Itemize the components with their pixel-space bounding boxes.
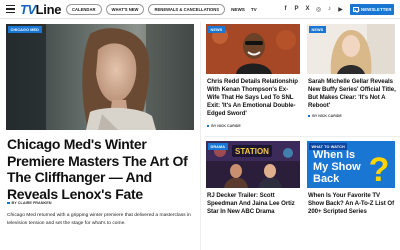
column-divider: [200, 22, 201, 250]
card-headline[interactable]: RJ Decker Trailer: Scott Speedman And Ja…: [207, 192, 299, 216]
hero-byline-text[interactable]: BY CLAIRE FRANKEN: [12, 201, 52, 205]
hero-image[interactable]: CHICAGO MED: [6, 24, 194, 130]
card-category-badge[interactable]: DRAMA: [208, 143, 228, 150]
card-image[interactable]: NEWS: [206, 24, 300, 74]
card-headline[interactable]: When Is Your Favorite TV Show Back? An A…: [308, 192, 396, 216]
nav-calendar[interactable]: CALENDAR: [66, 4, 102, 15]
card-image[interactable]: NEWS: [307, 24, 395, 74]
newsletter-button[interactable]: NEWSLETTER: [350, 4, 394, 15]
youtube-icon[interactable]: ▶: [337, 5, 344, 13]
card-headline[interactable]: Sarah Michelle Gellar Reveals New Buffy …: [308, 78, 396, 110]
nav-whats-new[interactable]: WHAT'S NEW: [105, 4, 145, 15]
question-mark-icon: ?: [369, 151, 390, 188]
card-byline-text[interactable]: BY NICK CARIDE: [211, 124, 241, 128]
hero-excerpt: Chicago Med returned with a gripping win…: [7, 213, 191, 226]
pinterest-icon[interactable]: P: [293, 5, 300, 13]
x-icon[interactable]: X: [304, 5, 311, 13]
instagram-icon[interactable]: ◎: [315, 5, 322, 13]
main-nav: CALENDAR WHAT'S NEW RENEWALS & CANCELLAT…: [66, 4, 257, 15]
facebook-icon[interactable]: f: [282, 5, 289, 13]
site-header: TV Line CALENDAR WHAT'S NEW RENEWALS & CA…: [0, 0, 400, 19]
hamburger-menu-icon[interactable]: [6, 5, 15, 13]
svg-text:STATION: STATION: [235, 147, 269, 156]
graphic-line-1: When Is: [313, 149, 355, 161]
row-divider: [205, 136, 400, 137]
tiktok-icon[interactable]: ♪: [326, 5, 333, 13]
card-image[interactable]: STATION DRAMA: [206, 141, 300, 188]
card-headline[interactable]: Chris Redd Details Relationship With Ken…: [207, 78, 299, 118]
card-byline: BY NICK CARIDE: [308, 114, 342, 118]
envelope-icon: [353, 7, 359, 12]
nav-news[interactable]: NEWS: [231, 7, 245, 12]
card-image[interactable]: When Is My Show Back ? WHAT TO WATCH: [307, 141, 395, 188]
logo-tv-text: TV: [20, 2, 36, 17]
newsletter-label: NEWSLETTER: [361, 7, 392, 12]
hero-category-badge[interactable]: CHICAGO MED: [8, 26, 42, 33]
graphic-line-3: Back: [313, 173, 340, 185]
nav-tv[interactable]: TV: [251, 7, 257, 12]
byline-dot-icon: [7, 201, 10, 205]
card-category-badge[interactable]: WHAT TO WATCH: [309, 143, 348, 150]
byline-dot-icon: [308, 114, 311, 118]
byline-dot-icon: [207, 124, 210, 128]
card-byline: BY NICK CARIDE: [207, 124, 241, 128]
nav-renewals-cancellations[interactable]: RENEWALS & CANCELLATIONS: [148, 4, 226, 15]
logo-line-text: Line: [35, 2, 62, 17]
hero-headline[interactable]: Chicago Med's Winter Premiere Masters Th…: [7, 136, 195, 202]
site-logo[interactable]: TV Line: [20, 2, 61, 17]
card-byline-text[interactable]: BY NICK CARIDE: [312, 114, 342, 118]
hero-byline: BY CLAIRE FRANKEN: [7, 201, 52, 205]
card-category-badge[interactable]: NEWS: [208, 26, 225, 33]
graphic-line-2: My Show: [313, 161, 361, 173]
card-category-badge[interactable]: NEWS: [309, 26, 326, 33]
social-links: f P X ◎ ♪ ▶: [282, 5, 344, 13]
